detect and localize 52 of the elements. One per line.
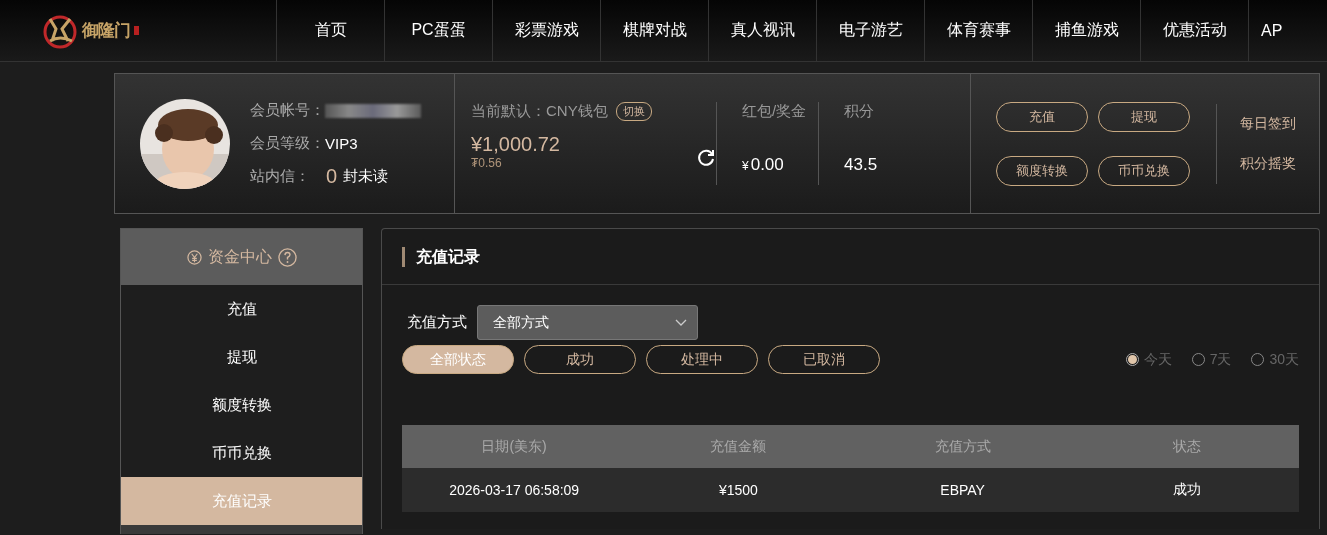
nav-link[interactable]: 棋牌对战	[600, 0, 708, 61]
messages-count: 0	[326, 165, 338, 188]
radio-label: 今天	[1143, 350, 1172, 369]
nav-link[interactable]: 优惠活动	[1140, 0, 1248, 61]
balance: ¥1,000.72	[471, 133, 560, 156]
nav-link[interactable]: 体育赛事	[924, 0, 1032, 61]
refresh-icon[interactable]	[696, 148, 716, 168]
help-icon[interactable]	[277, 247, 297, 267]
column-header: 状态	[1074, 425, 1299, 468]
sidebar-item[interactable]: 额度转换	[121, 381, 362, 429]
yuan-icon	[186, 249, 202, 265]
messages-label: 站内信：	[250, 167, 310, 186]
method-label: 充值方式	[407, 313, 467, 332]
bonus-label: 红包/奖金	[742, 102, 808, 121]
level-label: 会员等级：	[250, 134, 325, 153]
nav-link[interactable]: 真人视讯	[708, 0, 816, 61]
column-header: 日期(美东)	[402, 425, 627, 468]
nav-link[interactable]: 捕鱼游戏	[1032, 0, 1140, 61]
table-cell: ¥1500	[626, 468, 851, 512]
sidebar-item[interactable]: 币币兑换	[121, 429, 362, 477]
table-cell: 成功	[1074, 468, 1299, 512]
nav-link[interactable]: AP	[1248, 0, 1299, 61]
panel-title: 充值记录	[402, 246, 480, 267]
promo-link[interactable]: 积分摇奖	[1240, 154, 1296, 173]
nav-link[interactable]: PC蛋蛋	[384, 0, 492, 61]
bonus-value: 0.00	[750, 155, 784, 174]
promo-link[interactable]: 每日签到	[1240, 114, 1296, 133]
column-header: 充值方式	[850, 425, 1075, 468]
logo-text: 御隆门	[82, 20, 130, 42]
nav-link[interactable]: 电子游艺	[816, 0, 924, 61]
currency-sign: ¥	[742, 159, 749, 173]
table-cell: 2026-03-17 06:58:09	[402, 468, 627, 512]
points-label: 积分	[844, 102, 875, 121]
points-value: 43.5	[844, 155, 879, 175]
account-label: 会员帐号：	[250, 101, 325, 120]
switch-button[interactable]: 切换	[615, 102, 652, 121]
radio-label: 7天	[1209, 350, 1232, 369]
chevron-icon	[675, 318, 687, 327]
column-header: 充值金额	[626, 425, 851, 468]
wallet-label: 当前默认：CNY钱包	[471, 102, 608, 121]
radio-label: 30天	[1269, 350, 1299, 369]
sidebar-item[interactable]: 充值	[121, 285, 362, 333]
messages-suffix: 封未读	[343, 167, 389, 186]
sidebar-item[interactable]: 提现	[121, 333, 362, 381]
sub-balance: ₮0.56	[471, 156, 502, 170]
level-value: VIP3	[325, 135, 358, 152]
nav-link[interactable]: 彩票游戏	[492, 0, 600, 61]
table-cell: EBPAY	[850, 468, 1075, 512]
sidebar-title: 资金中心	[207, 246, 272, 267]
method-dropdown[interactable]: 全部方式	[477, 305, 698, 340]
seal-icon	[134, 26, 139, 35]
nav-link[interactable]: 首页	[276, 0, 384, 61]
